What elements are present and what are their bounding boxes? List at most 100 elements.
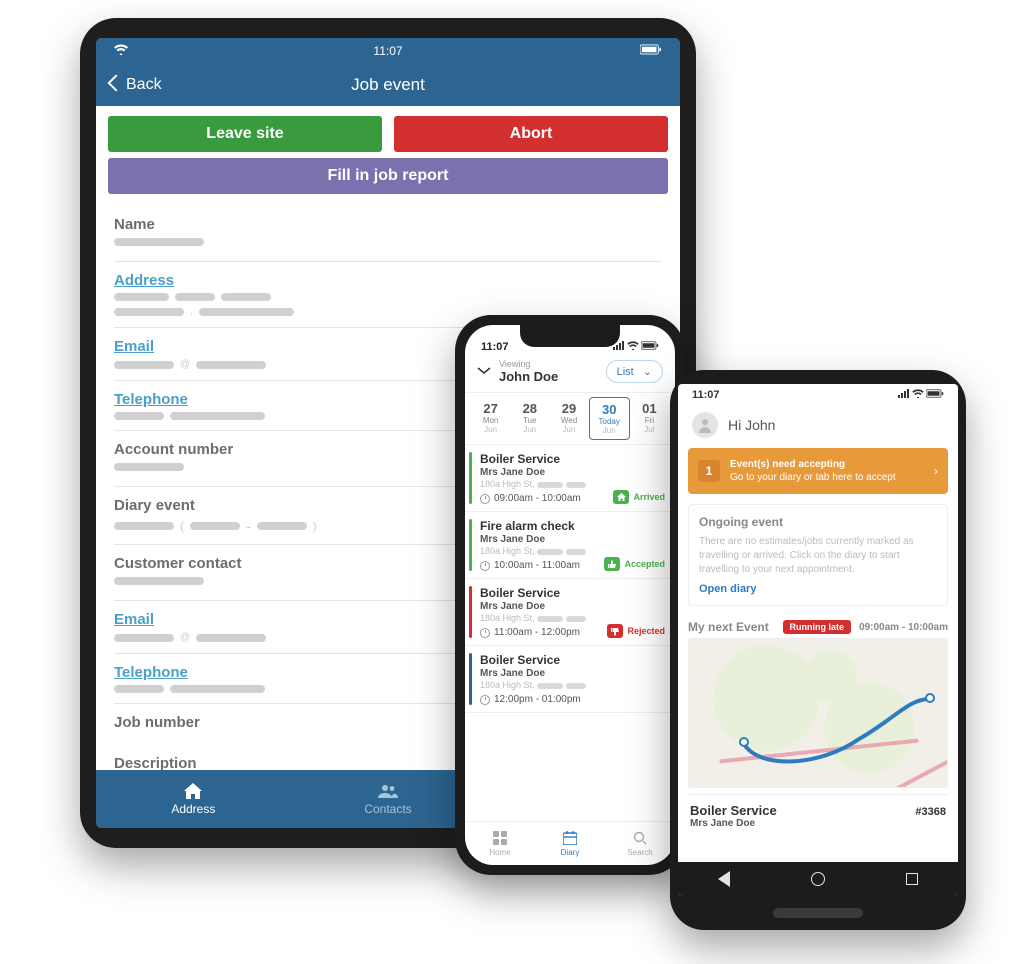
event-color-bar — [469, 653, 472, 705]
diary-event-row[interactable]: Boiler Service Mrs Jane Doe 180a High St… — [465, 646, 675, 713]
chevron-down-icon: ⌄ — [643, 366, 652, 378]
tab-home[interactable]: Home — [465, 822, 535, 865]
diary-event-list: Boiler Service Mrs Jane Doe 180a High St… — [465, 445, 675, 821]
list-view-selector[interactable]: List ⌄ — [606, 360, 663, 383]
banner-line2: Go to your diary or tab here to accept — [730, 471, 924, 484]
event-title: Fire alarm check — [480, 519, 604, 533]
screen-title: Job event — [96, 75, 680, 95]
event-color-bar — [469, 586, 472, 638]
iphone-screen: 11:07 Viewing John Doe List ⌄ 27MonJun28… — [465, 325, 675, 865]
leave-site-button[interactable]: Leave site — [108, 116, 382, 152]
date-cell[interactable]: 28TueJun — [510, 397, 549, 440]
route-map[interactable] — [688, 638, 948, 788]
android-screen: 11:07 Hi John 1 Event(s) need accepting … — [678, 384, 958, 896]
route-path — [689, 639, 947, 787]
dropdown-arrow-icon[interactable] — [477, 364, 491, 380]
date-cell[interactable]: 29WedJun — [549, 397, 588, 440]
event-address: 180a High St, — [480, 613, 607, 623]
event-customer: Mrs Jane Doe — [480, 467, 613, 478]
android-nav-bar — [678, 862, 958, 896]
thumbs-up-icon — [604, 557, 620, 571]
field-name: Name — [114, 210, 662, 262]
diary-event-row[interactable]: Fire alarm check Mrs Jane Doe 180a High … — [465, 512, 675, 579]
field-address-label[interactable]: Address — [114, 272, 662, 289]
viewing-name: John Doe — [499, 369, 606, 384]
tab-home-label: Home — [489, 848, 510, 857]
viewing-label: Viewing — [499, 359, 606, 369]
android-status-time: 11:07 — [692, 389, 720, 401]
clock-icon — [480, 695, 490, 705]
greeting-text: Hi John — [728, 417, 775, 433]
signal-wifi-battery-icons — [613, 341, 659, 353]
date-cell[interactable]: 27MonJun — [471, 397, 510, 440]
viewing-user[interactable]: Viewing John Doe — [499, 359, 606, 384]
clock-icon — [480, 494, 490, 504]
next-event-id: #3368 — [915, 806, 946, 818]
tab-diary[interactable]: Diary — [535, 822, 605, 865]
android-status-bar: 11:07 — [678, 384, 958, 406]
next-event-card[interactable]: Boiler Service #3368 Mrs Jane Doe — [688, 794, 948, 829]
android-back-button[interactable] — [718, 871, 730, 887]
event-time: 09:00am - 10:00am — [480, 493, 613, 504]
people-icon — [378, 782, 398, 800]
list-label: List — [617, 366, 634, 378]
tab-search-label: Search — [627, 848, 652, 857]
signal-wifi-battery-icons — [898, 389, 944, 401]
date-cell[interactable]: 01FriJul — [630, 397, 669, 440]
event-time: 11:00am - 12:00pm — [480, 627, 607, 638]
event-time: 12:00pm - 01:00pm — [480, 694, 665, 705]
route-end-pin — [925, 693, 935, 703]
chevron-right-icon: › — [934, 464, 938, 478]
android-device-frame: 11:07 Hi John 1 Event(s) need accepting … — [670, 370, 966, 930]
next-event-header: My next Event Running late 09:00am - 10:… — [688, 616, 948, 638]
tablet-status-time: 11:07 — [373, 44, 402, 58]
iphone-device-frame: 11:07 Viewing John Doe List ⌄ 27MonJun28… — [455, 315, 685, 875]
tab-address[interactable]: Address — [96, 770, 291, 828]
needs-accepting-banner[interactable]: 1 Event(s) need accepting Go to your dia… — [688, 448, 948, 494]
diary-event-row[interactable]: Boiler Service Mrs Jane Doe 180a High St… — [465, 579, 675, 646]
event-address: 180a High St, — [480, 479, 613, 489]
iphone-status-time: 11:07 — [481, 341, 509, 353]
android-home-pill — [773, 908, 863, 918]
event-address: 180a High St, — [480, 680, 665, 690]
android-home-button[interactable] — [811, 872, 825, 886]
date-selector-row: 27MonJun28TueJun29WedJun30TodayJun01FriJ… — [465, 393, 675, 445]
wifi-icon — [114, 44, 174, 58]
home-icon — [613, 490, 629, 504]
banner-count: 1 — [698, 460, 720, 482]
event-customer: Mrs Jane Doe — [480, 534, 604, 545]
ongoing-event-card: Ongoing event There are no estimates/job… — [688, 504, 948, 606]
next-event-label: My next Event — [688, 620, 775, 634]
tab-diary-label: Diary — [561, 848, 580, 857]
diary-header: Viewing John Doe List ⌄ — [465, 355, 675, 393]
placeholder-line — [114, 238, 204, 246]
banner-line1: Event(s) need accepting — [730, 458, 924, 471]
event-title: Boiler Service — [480, 586, 607, 600]
android-recent-button[interactable] — [906, 873, 918, 885]
event-customer: Mrs Jane Doe — [480, 668, 665, 679]
tablet-status-bar: 11:07 — [96, 38, 680, 64]
clock-icon — [480, 628, 490, 638]
tab-search[interactable]: Search — [605, 822, 675, 865]
fill-report-button[interactable]: Fill in job report — [108, 158, 668, 194]
field-name-label: Name — [114, 216, 662, 233]
abort-button[interactable]: Abort — [394, 116, 668, 152]
tab-contacts-label: Contacts — [364, 802, 411, 816]
running-late-badge: Running late — [783, 620, 852, 634]
next-event-customer: Mrs Jane Doe — [690, 818, 946, 829]
tablet-nav-bar: Back Job event — [96, 64, 680, 106]
diary-event-row[interactable]: Boiler Service Mrs Jane Doe 180a High St… — [465, 445, 675, 512]
date-cell[interactable]: 30TodayJun — [589, 397, 630, 440]
battery-icon — [602, 44, 662, 58]
open-diary-link[interactable]: Open diary — [699, 583, 937, 595]
search-icon — [633, 831, 647, 847]
event-title: Boiler Service — [480, 452, 613, 466]
ongoing-title: Ongoing event — [699, 515, 937, 529]
event-title: Boiler Service — [480, 653, 665, 667]
avatar-icon — [692, 412, 718, 438]
route-start-pin — [739, 737, 749, 747]
ongoing-body: There are no estimates/jobs currently ma… — [699, 535, 937, 577]
event-color-bar — [469, 452, 472, 504]
next-event-title: Boiler Service — [690, 803, 777, 818]
event-customer: Mrs Jane Doe — [480, 601, 607, 612]
